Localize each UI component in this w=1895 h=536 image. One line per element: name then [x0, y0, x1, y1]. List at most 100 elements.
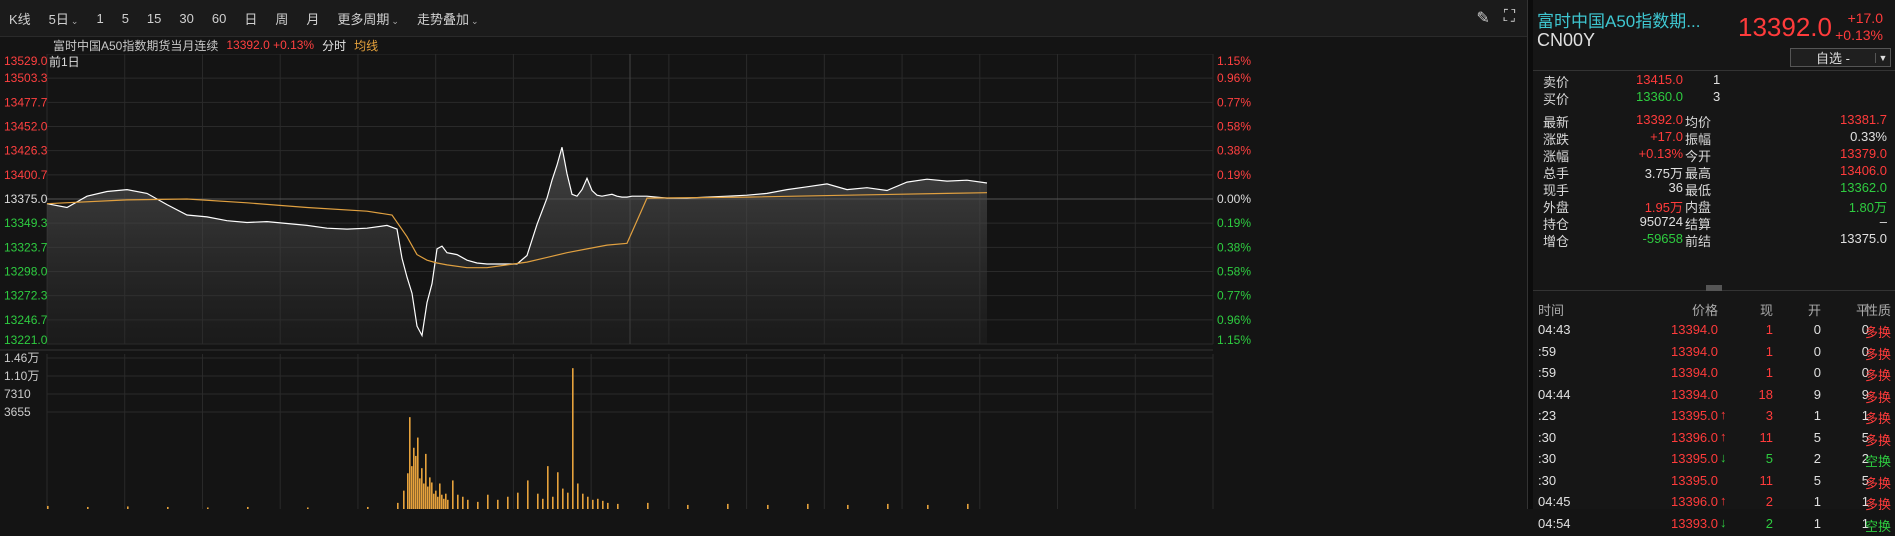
period-tab-11[interactable]: 走势叠加 ⌄: [408, 9, 488, 28]
tick-price: 13396.0: [1671, 429, 1718, 445]
period-tab-0[interactable]: K线: [0, 9, 40, 28]
period-tab-8[interactable]: 周: [266, 9, 297, 28]
volume-bar: [507, 496, 509, 509]
pct-tick-label: 0.58%: [1217, 265, 1251, 279]
chart-toolbar: K线 5日 ⌄ 1 5 15 30 60 日周月更多周期 ⌄ 走势叠加 ⌄ ✎ ⛶: [0, 0, 1527, 37]
pct-tick-label: 1.15%: [1217, 333, 1251, 347]
volume-bar: [647, 502, 649, 509]
tick-nature: 多换: [1864, 497, 1891, 512]
ask-price: 13415.0: [1636, 72, 1683, 87]
volume-bar: [403, 490, 405, 509]
volume-tick-label: 7310: [4, 387, 31, 401]
y-tick-label: 13400.7: [4, 168, 48, 182]
tick-row[interactable]: 04:54 13393.0 ↓ 2 1 1 空换: [1533, 514, 1895, 536]
y-tick-label: 13503.3: [4, 71, 48, 85]
quote-change: +17.0: [1847, 10, 1883, 26]
volume-bar: [439, 483, 441, 509]
stat-value: +17.0: [1650, 129, 1683, 144]
tick-row[interactable]: :30 13395.0 ↓ 5 2 2 空换: [1533, 449, 1895, 471]
tick-row[interactable]: :30 13395.0 11 5 5 多换: [1533, 471, 1895, 493]
quote-change-block: +17.0 +0.13%: [1835, 10, 1883, 44]
ticks-header-cell: 价格: [1691, 303, 1718, 318]
volume-bar: [425, 453, 427, 509]
mode-intraday-toggle[interactable]: 分时: [322, 37, 346, 54]
stat-label: 最低: [1685, 183, 1712, 198]
tick-price: 13396.0: [1671, 494, 1718, 509]
period-tab-10[interactable]: 更多周期 ⌄: [328, 9, 408, 28]
period-tab-1[interactable]: 5日 ⌄: [40, 9, 88, 28]
volume-bar: [577, 483, 579, 509]
volume-bar: [411, 466, 413, 509]
ticks-header-cell: 开: [1807, 303, 1821, 318]
tick-row[interactable]: :59 13394.0 1 0 0 多换: [1533, 342, 1895, 364]
pct-tick-label: 0.77%: [1217, 289, 1251, 303]
tick-open: 1: [1813, 408, 1821, 423]
volume-bar: [397, 502, 399, 509]
pen-icon[interactable]: ✎: [1476, 8, 1489, 28]
stat-value: 13375.0: [1840, 231, 1887, 246]
tick-time: :30: [1538, 472, 1557, 488]
arrow-down-icon: ↓: [1720, 450, 1727, 465]
stat-label: 增仓: [1543, 234, 1570, 249]
chevron-down-icon[interactable]: ▼: [1875, 52, 1890, 63]
tick-open: 0: [1813, 322, 1821, 337]
chevron-down-icon: ⌄: [470, 15, 479, 26]
tick-now: 2: [1765, 515, 1773, 531]
tick-row[interactable]: 04:44 13394.0 18 9 9 多换: [1533, 385, 1895, 407]
avg-line-toggle[interactable]: 均线: [354, 37, 378, 54]
tick-open: 0: [1813, 365, 1821, 380]
period-tab-9[interactable]: 月: [297, 9, 328, 28]
pct-tick-label: 0.38%: [1217, 144, 1251, 158]
period-tab-3[interactable]: 5: [113, 11, 138, 26]
tick-time: 04:45: [1538, 494, 1571, 509]
period-tab-5[interactable]: 30: [170, 11, 202, 26]
volume-tick-label: 3655: [4, 405, 31, 419]
tick-row[interactable]: 04:43 13394.0 1 0 0 多换: [1533, 320, 1895, 342]
stat-label: 现手: [1543, 183, 1570, 198]
tick-nature: 多换: [1864, 368, 1891, 383]
pct-tick-label: 0.96%: [1217, 71, 1251, 85]
instrument-price-change: 13392.0 +0.13%: [226, 38, 315, 52]
fullscreen-icon[interactable]: ⛶: [1504, 8, 1515, 28]
period-tab-6[interactable]: 60: [203, 11, 235, 26]
pct-tick-label: 0.00%: [1217, 192, 1251, 206]
volume-bar: [423, 483, 425, 509]
stat-value: -59658: [1642, 231, 1683, 246]
chart-subheader: 富时中国A50指数期货当月连续 13392.0 +0.13% 分时 均线: [53, 36, 378, 54]
tick-open: 5: [1813, 472, 1821, 488]
quote-instrument-name[interactable]: 富时中国A50指数期...: [1537, 7, 1700, 32]
volume-bar: [421, 468, 423, 509]
tick-now: 1: [1765, 322, 1773, 337]
watchlist-button[interactable]: 自选 - ▼: [1790, 48, 1891, 67]
y-tick-label: 13529.0: [4, 54, 48, 68]
arrow-down-icon: ↓: [1720, 514, 1727, 530]
collapse-handle[interactable]: [1706, 285, 1722, 291]
watchlist-label: 自选 -: [1816, 51, 1850, 66]
period-tab-4[interactable]: 15: [138, 11, 170, 26]
period-tab-2[interactable]: 1: [87, 11, 112, 26]
tick-row[interactable]: :30 13396.0 ↑ 11 5 5 多换: [1533, 428, 1895, 450]
stat-label: 持仓: [1543, 217, 1570, 232]
y-tick-label: 13323.7: [4, 240, 48, 254]
volume-bar: [517, 492, 519, 509]
stat-label: 涨幅: [1543, 149, 1570, 164]
tick-now: 11: [1759, 429, 1774, 445]
y-tick-label: 13221.0: [4, 333, 48, 347]
stat-label: 涨跌: [1543, 132, 1570, 147]
tick-time: 04:43: [1538, 322, 1571, 337]
tick-row[interactable]: :59 13394.0 1 0 0 多换: [1533, 363, 1895, 385]
tick-row[interactable]: 04:45 13396.0 ↑ 2 1 1 多换: [1533, 492, 1895, 514]
ticks-header-cell: 现: [1759, 303, 1773, 318]
ticks-header-cell: 性质: [1864, 303, 1891, 318]
period-tab-7[interactable]: 日: [235, 9, 266, 28]
intraday-chart[interactable]: 13529.0 1.15% 13503.3 0.96% 13477.7 0.77% 1345…: [0, 53, 1527, 509]
period-label: 前1日: [49, 54, 80, 69]
tick-row[interactable]: :23 13395.0 ↑ 3 1 1 多换: [1533, 406, 1895, 428]
tick-time: 04:54: [1538, 515, 1571, 531]
tick-nature: 多换: [1864, 411, 1891, 426]
volume-bar: [847, 504, 849, 509]
tick-time: :30: [1538, 429, 1557, 445]
y-tick-label: 13272.3: [4, 289, 48, 303]
volume-bar: [433, 493, 435, 509]
volume-bar: [552, 496, 554, 509]
